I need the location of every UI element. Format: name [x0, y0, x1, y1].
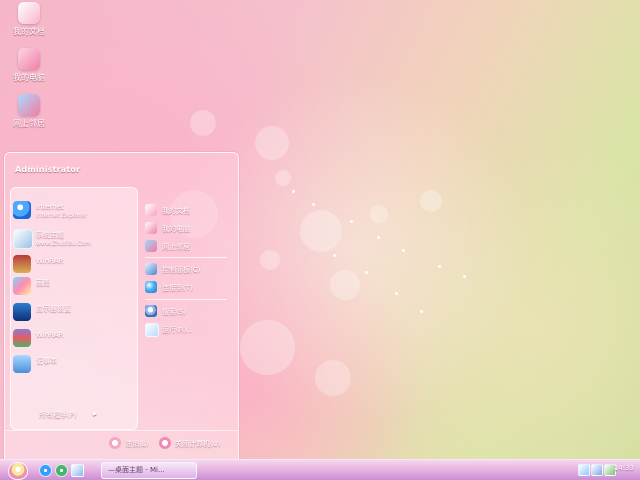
notepad-icon: [13, 355, 31, 373]
menu-item-title: 画图: [36, 279, 50, 287]
shutdown-label: 关闭计算机(U): [175, 440, 221, 448]
logoff-icon: [109, 437, 121, 449]
start-menu: Administrator Internet Internet Explorer…: [4, 152, 239, 462]
menu-item-label: 我的电脑: [162, 225, 190, 233]
menu-item-my-documents[interactable]: 我的文档: [145, 204, 233, 222]
stack-icon: [13, 329, 31, 347]
paint-icon: [13, 277, 31, 295]
desktop-icon-label: 我的文档: [13, 27, 45, 36]
start-menu-footer: 注销(L) 关闭计算机(U): [5, 430, 238, 461]
archive-icon: [13, 255, 31, 273]
clock: 14:33: [613, 464, 634, 472]
menu-item-connect-to[interactable]: 连接到(T): [145, 281, 233, 299]
logoff-label: 注销(L): [125, 440, 149, 448]
menu-item-notepad[interactable]: 记事本: [13, 355, 133, 379]
ie-icon: [13, 201, 31, 219]
menu-item-display[interactable]: 显示器设置: [13, 303, 133, 327]
theme-icon: [13, 229, 33, 249]
menu-item-label: 搜索(S): [162, 308, 186, 316]
menu-item-winrar[interactable]: WinRAR: [13, 255, 133, 279]
run-icon: [145, 323, 159, 337]
menu-item-control-panel[interactable]: 控制面板(C): [145, 263, 233, 281]
monitor-icon: [13, 303, 31, 321]
menu-item-stack[interactable]: WinRAR: [13, 329, 133, 353]
menu-item-subtitle: www.Zhuti8u.Com: [36, 240, 92, 247]
start-button[interactable]: [8, 462, 28, 480]
ie-icon[interactable]: [39, 464, 52, 477]
desktop-icon-computer[interactable]: 我的电脑: [2, 48, 56, 83]
taskbar: —桌面主题 - Mi... 14:33: [0, 459, 640, 480]
chat-icon[interactable]: [578, 464, 590, 476]
menu-item-title: 显示器设置: [36, 305, 71, 313]
globe-icon[interactable]: [55, 464, 68, 477]
menu-item-title: WinRAR: [36, 257, 64, 265]
taskbar-window-label: —桌面主题 - Mi...: [108, 466, 165, 474]
network-icon: [145, 240, 157, 252]
menu-item-title: 记事本: [36, 357, 57, 365]
right-pane-divider: [145, 257, 227, 258]
menu-item-title: WinRAR: [36, 331, 64, 339]
search-icon: [145, 305, 157, 317]
menu-item-theme[interactable]: 系统主题 www.Zhuti8u.Com: [13, 229, 133, 253]
menu-item-search[interactable]: 搜索(S): [145, 305, 233, 323]
power-icon: [159, 437, 171, 449]
control-panel-icon: [145, 263, 157, 275]
menu-item-label: 控制面板(C): [162, 266, 201, 274]
taskbar-window-button[interactable]: —桌面主题 - Mi...: [101, 462, 197, 479]
menu-item-run[interactable]: 运行(R)...: [145, 323, 233, 341]
desktop-icon-network[interactable]: 网上邻居: [2, 94, 56, 129]
menu-item-label: 网上邻居: [162, 243, 190, 251]
start-menu-header: Administrator: [5, 153, 238, 183]
menu-item-internet[interactable]: Internet Internet Explorer: [13, 201, 133, 225]
desktop-icon[interactable]: [71, 464, 84, 477]
network-icon[interactable]: [591, 464, 603, 476]
computer-icon: [145, 222, 157, 234]
desktop-icon-label: 我的电脑: [13, 73, 45, 82]
menu-item-label: 运行(R)...: [162, 326, 194, 334]
computer-icon: [18, 48, 40, 70]
chevron-right-icon: ▸: [93, 409, 98, 418]
network-icon: [18, 94, 40, 116]
right-pane-divider: [145, 299, 227, 300]
documents-icon: [18, 2, 40, 24]
menu-item-label: 连接到(T): [162, 284, 193, 292]
menu-item-title: Internet: [36, 203, 64, 211]
user-name: Administrator: [15, 165, 81, 174]
menu-item-subtitle: Internet Explorer: [36, 212, 87, 219]
desktop-icon-documents[interactable]: 我的文档: [2, 2, 56, 37]
globe-icon: [145, 281, 157, 293]
documents-icon: [145, 204, 157, 216]
menu-item-paint[interactable]: 画图: [13, 277, 133, 301]
menu-item-network[interactable]: 网上邻居: [145, 240, 233, 258]
all-programs-button[interactable]: 所有程序(P) ▸: [39, 409, 97, 420]
all-programs-label: 所有程序(P): [39, 411, 77, 419]
desktop-icon-label: 网上邻居: [13, 119, 45, 128]
menu-item-label: 我的文档: [162, 207, 190, 215]
menu-item-title: 系统主题: [36, 231, 64, 239]
menu-item-my-computer[interactable]: 我的电脑: [145, 222, 233, 240]
